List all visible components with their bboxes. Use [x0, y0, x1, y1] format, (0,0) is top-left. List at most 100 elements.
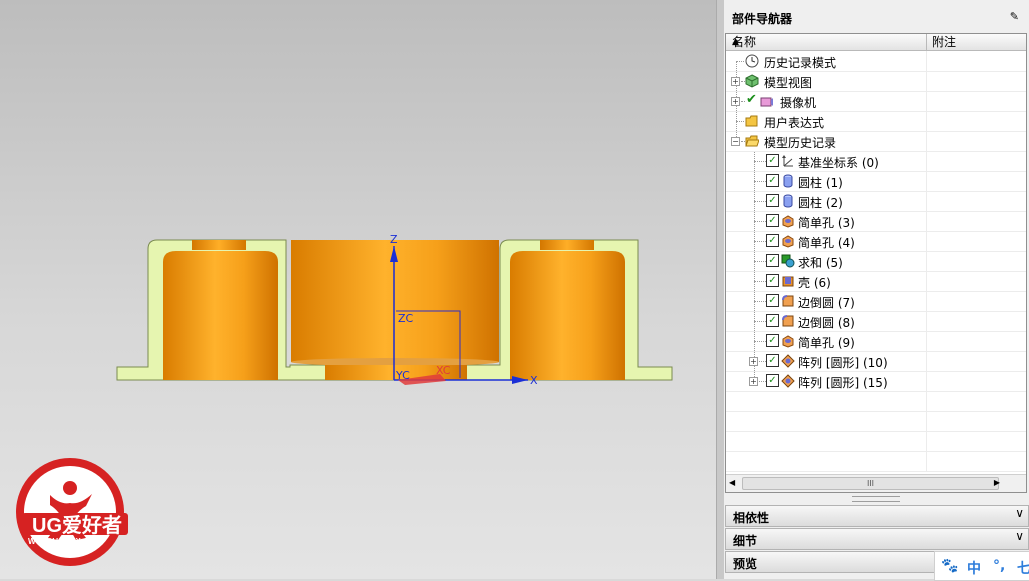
model-views-icon — [745, 74, 759, 88]
center-rim — [291, 358, 499, 366]
tree-item-label: 历史记录模式 — [764, 56, 837, 70]
checkbox-checked[interactable]: ✓ — [766, 294, 779, 307]
left-boss-top — [192, 240, 246, 250]
checkbox-checked[interactable]: ✓ — [766, 154, 779, 167]
tree-item-label: 基准坐标系 (0) — [798, 156, 879, 170]
sort-ascending-icon: ▲ — [732, 37, 739, 47]
tree-item-label: 圆柱 (2) — [798, 196, 843, 210]
collapse-icon[interactable]: − — [731, 137, 740, 146]
ime-extra-button[interactable]: 七 — [1017, 558, 1029, 578]
expand-icon[interactable]: + — [749, 377, 758, 386]
column-note-label: 附注 — [932, 35, 957, 49]
scroll-left-icon[interactable]: ◀ — [729, 478, 735, 487]
splitter-grip[interactable] — [852, 496, 900, 502]
tree-item-cameras[interactable]: + ✔ 摄像机 — [726, 91, 1026, 112]
panel-title: 相依性 — [733, 511, 770, 525]
ime-punctuation-toggle[interactable]: °, — [993, 558, 1005, 574]
feature-row-hole-4[interactable]: ✓ 简单孔 (4) — [726, 231, 1026, 252]
tree-item-label: 边倒圆 (8) — [798, 316, 855, 330]
svg-text:WWW.UGSNX.COM: WWW.UGSNX.COM — [28, 537, 102, 546]
tree-item-label: 模型历史记录 — [764, 136, 837, 150]
unite-icon — [781, 254, 795, 268]
tree-item-model-history[interactable]: − 模型历史记录 — [726, 131, 1026, 152]
column-header-name[interactable]: 名称 ▲ — [726, 34, 927, 51]
feature-row-pattern-15[interactable]: + ✓ 阵列 [圆形] (15) — [726, 371, 1026, 392]
checkmark-icon: ✔ — [746, 92, 757, 107]
column-header-note[interactable]: 附注 — [927, 34, 1026, 51]
yc-axis-label: YC — [395, 369, 410, 382]
feature-row-edge-blend-8[interactable]: ✓ 边倒圆 (8) — [726, 311, 1026, 332]
cylinder-icon — [783, 174, 793, 188]
zc-axis-label: ZC — [398, 312, 414, 325]
expand-icon[interactable]: + — [731, 77, 740, 86]
pattern-icon — [781, 374, 795, 388]
tree-item-label: 圆柱 (1) — [798, 176, 843, 190]
ime-toolbar[interactable]: 🐾 中 °, 七 — [934, 551, 1029, 581]
right-boss — [510, 251, 625, 380]
navigator-title: 部件导航器 — [732, 12, 793, 26]
checkbox-checked[interactable]: ✓ — [766, 374, 779, 387]
panel-details[interactable]: 细节 ∨ — [725, 528, 1029, 550]
checkbox-checked[interactable]: ✓ — [766, 334, 779, 347]
paw-icon[interactable]: 🐾 — [941, 558, 958, 574]
tree-item-label: 阵列 [圆形] (15) — [798, 376, 888, 390]
hole-icon — [782, 235, 794, 248]
scroll-right-icon[interactable]: ▶ — [994, 478, 1000, 487]
pattern-icon — [781, 354, 795, 368]
chevron-down-icon[interactable]: ∨ — [1015, 529, 1024, 543]
part-tree: 名称 ▲ 附注 历史记录模式 + 模型视图 + ✔ 摄像机 用户表达式 − 模型… — [725, 33, 1027, 493]
tree-item-label: 阵列 [圆形] (10) — [798, 356, 888, 370]
panel-dependencies[interactable]: 相依性 ∨ — [725, 505, 1029, 527]
scroll-thumb[interactable]: III — [742, 477, 999, 490]
camera-icon — [760, 97, 773, 107]
model-section-view: Z ZC X XC YC UG爱好者 WWW.UGSNX.COM — [16, 233, 673, 566]
checkbox-checked[interactable]: ✓ — [766, 354, 779, 367]
expand-icon[interactable]: + — [749, 357, 758, 366]
feature-row-hole-3[interactable]: ✓ 简单孔 (3) — [726, 211, 1026, 232]
feature-row-pattern-10[interactable]: + ✓ 阵列 [圆形] (10) — [726, 351, 1026, 372]
tree-item-history-mode[interactable]: 历史记录模式 — [726, 51, 1026, 72]
right-boss-top — [540, 240, 594, 250]
edge-blend-icon — [782, 315, 794, 327]
checkbox-checked[interactable]: ✓ — [766, 194, 779, 207]
checkbox-checked[interactable]: ✓ — [766, 174, 779, 187]
feature-row-shell-6[interactable]: ✓ 壳 (6) — [726, 271, 1026, 292]
graphics-viewport[interactable]: Z ZC X XC YC UG爱好者 WWW.UGSNX.COM — [0, 0, 716, 579]
tree-item-label: 简单孔 (3) — [798, 216, 855, 230]
hole-icon — [782, 215, 794, 228]
tree-item-model-views[interactable]: + 模型视图 — [726, 71, 1026, 92]
cylinder-icon — [783, 194, 793, 208]
feature-row-hole-9[interactable]: ✓ 简单孔 (9) — [726, 331, 1026, 352]
datum-csys-icon — [782, 155, 793, 167]
feature-row-cylinder-2[interactable]: ✓ 圆柱 (2) — [726, 191, 1026, 212]
tree-item-label: 壳 (6) — [798, 276, 831, 290]
tree-item-user-expressions[interactable]: 用户表达式 — [726, 111, 1026, 132]
checkbox-checked[interactable]: ✓ — [766, 274, 779, 287]
checkbox-checked[interactable]: ✓ — [766, 314, 779, 327]
x-axis-label: X — [530, 374, 538, 387]
left-boss — [163, 251, 278, 380]
tree-item-label: 模型视图 — [764, 76, 813, 90]
feature-row-cylinder-1[interactable]: ✓ 圆柱 (1) — [726, 171, 1026, 192]
expand-icon[interactable]: + — [731, 97, 740, 106]
pin-icon[interactable]: ✎ — [1010, 10, 1019, 23]
horizontal-scrollbar[interactable]: ◀ III ▶ — [726, 474, 1026, 492]
checkbox-checked[interactable]: ✓ — [766, 214, 779, 227]
edge-blend-icon — [782, 295, 794, 307]
feature-row-edge-blend-7[interactable]: ✓ 边倒圆 (7) — [726, 291, 1026, 312]
feature-row-unite-5[interactable]: ✓ 求和 (5) — [726, 251, 1026, 272]
xc-axis-label: XC — [436, 364, 451, 377]
checkbox-checked[interactable]: ✓ — [766, 254, 779, 267]
panel-title: 预览 — [733, 557, 758, 571]
chevron-down-icon[interactable]: ∨ — [1015, 506, 1024, 520]
z-axis-label: Z — [390, 233, 398, 246]
ug-fans-logo: UG爱好者 WWW.UGSNX.COM — [16, 458, 128, 566]
tree-item-label: 摄像机 — [780, 96, 817, 110]
part-navigator: 部件导航器 ✎ 名称 ▲ 附注 历史记录模式 + 模型视图 + ✔ 摄像机 用户… — [724, 0, 1029, 579]
ime-language-toggle[interactable]: 中 — [967, 558, 981, 578]
checkbox-checked[interactable]: ✓ — [766, 234, 779, 247]
tree-item-label: 简单孔 (9) — [798, 336, 855, 350]
tree-item-label: 用户表达式 — [764, 116, 825, 130]
clock-icon — [745, 54, 759, 68]
feature-row-datum-csys[interactable]: ✓ 基准坐标系 (0) — [726, 151, 1026, 172]
